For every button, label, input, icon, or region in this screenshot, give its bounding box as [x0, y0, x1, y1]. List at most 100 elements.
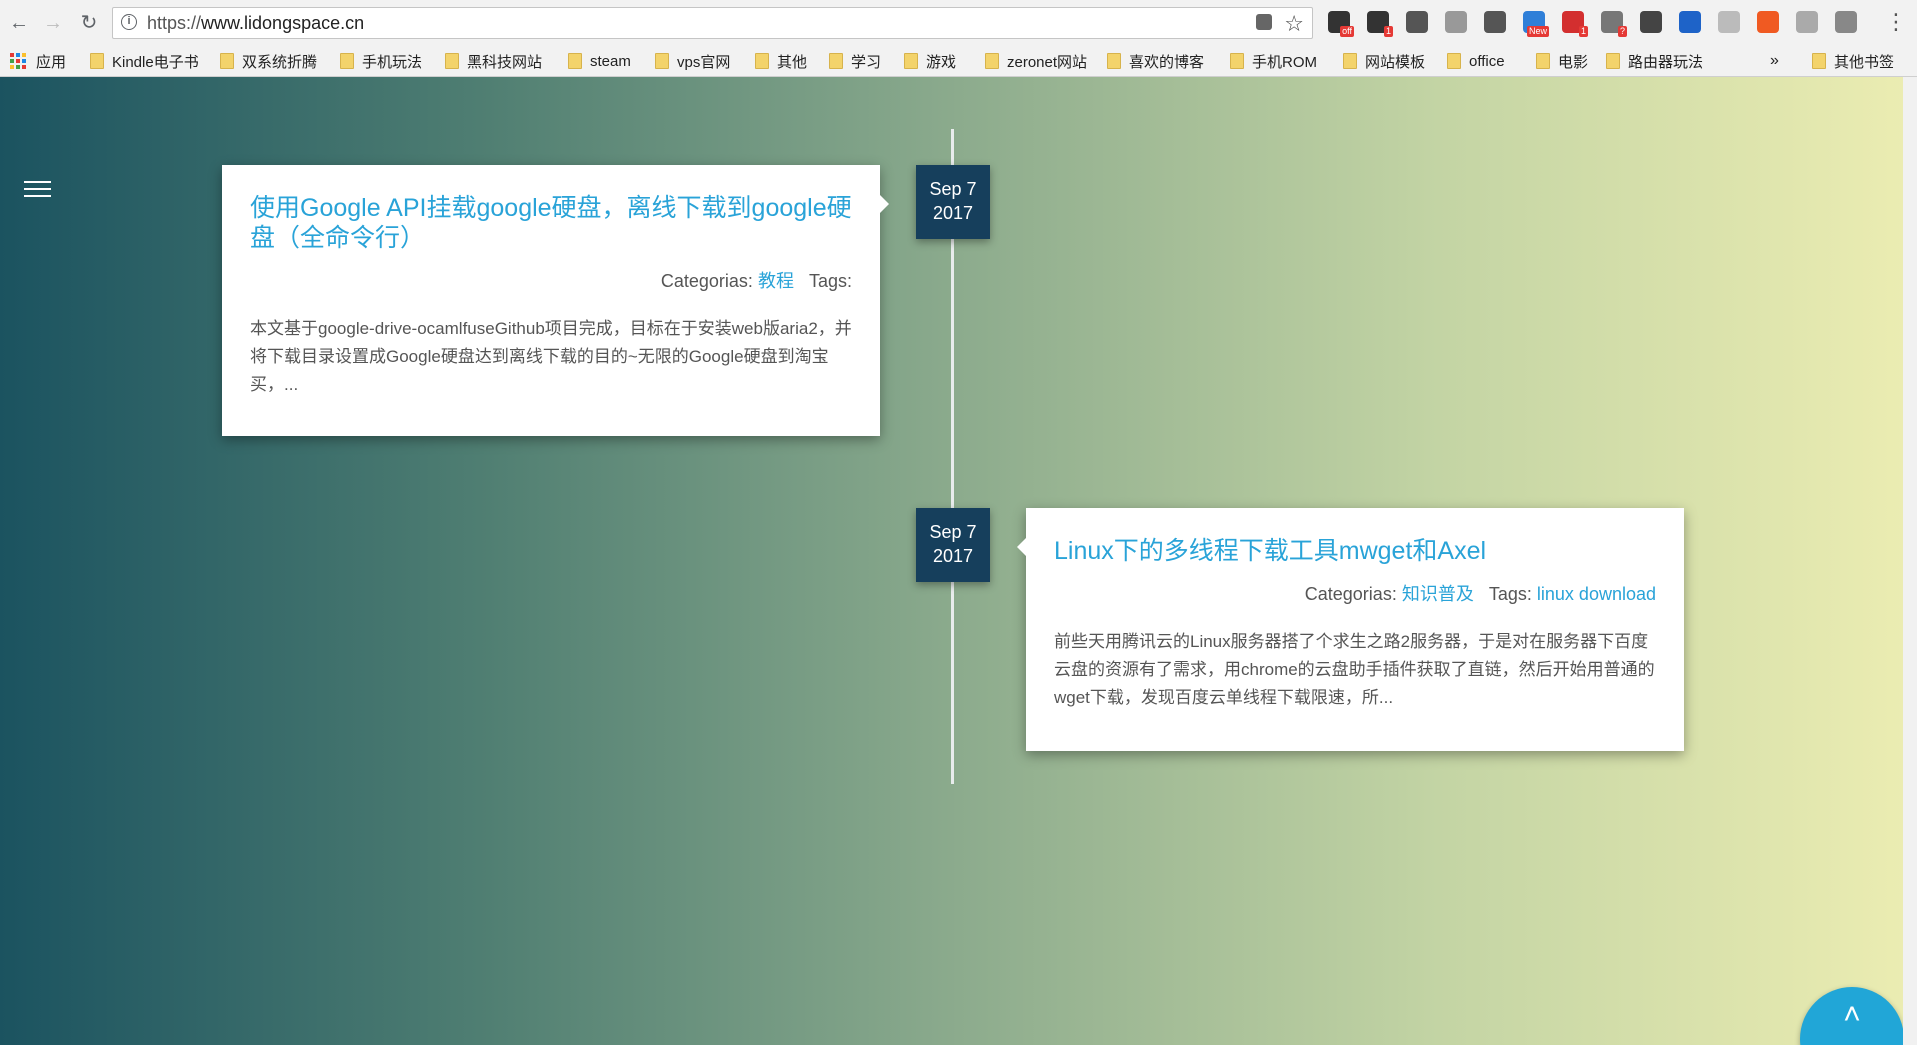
ext-drive-icon[interactable]	[1718, 11, 1740, 33]
bookmark-folder[interactable]: zeronet网站	[985, 50, 1087, 72]
category-link[interactable]: 知识普及	[1402, 584, 1474, 604]
folder-icon	[220, 53, 234, 69]
folder-icon	[755, 53, 769, 69]
back-icon[interactable]: ←	[6, 10, 32, 36]
chevron-up-icon: ˄	[1843, 998, 1861, 1031]
post-card: Linux下的多线程下载工具mwget和Axel Categorias: 知识普…	[1017, 508, 1684, 751]
folder-icon	[1447, 53, 1461, 69]
ext-gmail-icon[interactable]: ?	[1601, 11, 1627, 37]
categories-label: Categorias:	[660, 271, 753, 291]
bookmark-folder-label: 电影	[1558, 53, 1589, 71]
post-title-link[interactable]: 使用Google API挂载google硬盘，离线下载到google硬盘（全命令…	[250, 193, 852, 253]
ext-shield-icon[interactable]	[1679, 11, 1701, 33]
folder-icon	[904, 53, 918, 69]
browser-chrome: ← → ↻ i https://www.lidongspace.cn ☆ off…	[0, 0, 1917, 77]
extension-badge: 1	[1578, 26, 1588, 37]
extension-badge: 1	[1383, 26, 1393, 37]
site-info-icon[interactable]: i	[121, 14, 137, 30]
extension-badge: off	[1340, 26, 1354, 37]
card-pointer	[1017, 538, 1026, 556]
bookmark-star-icon[interactable]: ☆	[1284, 11, 1304, 37]
extension-badge: ?	[1617, 26, 1627, 37]
post-title-link[interactable]: Linux下的多线程下载工具mwget和Axel	[1054, 536, 1656, 566]
folder-icon	[340, 53, 354, 69]
bookmark-folder-label: vps官网	[677, 53, 731, 71]
extension-badge: New	[1526, 26, 1549, 37]
bookmark-folder-label: 喜欢的博客	[1129, 53, 1205, 71]
reload-icon[interactable]: ↻	[76, 10, 102, 36]
ext-wp-icon[interactable]	[1835, 11, 1857, 33]
bookmark-folder-label: 黑科技网站	[467, 53, 543, 71]
bookmark-folder[interactable]: 黑科技网站	[445, 50, 542, 72]
category-link[interactable]: 教程	[758, 271, 794, 291]
tags-link[interactable]: linux download	[1537, 584, 1656, 604]
bookmark-other[interactable]: 其他书签	[1812, 50, 1894, 72]
folder-icon	[1536, 53, 1550, 69]
bookmark-folder-label: 其他	[777, 53, 808, 71]
post-date-badge: Sep 7 2017	[916, 508, 990, 582]
hamburger-menu-icon[interactable]	[24, 181, 51, 198]
bookmark-other-label: 其他书签	[1834, 53, 1895, 71]
scrollbar[interactable]	[1903, 77, 1917, 1045]
address-bar[interactable]: i https://www.lidongspace.cn ☆	[112, 7, 1313, 39]
ext-abp-icon[interactable]: 1	[1562, 11, 1588, 37]
bookmark-folder-label: 游戏	[926, 53, 957, 71]
bookmark-folder[interactable]: 其他	[755, 50, 807, 72]
url-host: www.lidongspace.cn	[201, 13, 365, 33]
folder-icon	[90, 53, 104, 69]
folder-icon	[1343, 53, 1357, 69]
folder-icon	[1230, 53, 1244, 69]
bookmark-folder[interactable]: 手机玩法	[340, 50, 422, 72]
bookmark-apps-label: 应用	[36, 53, 67, 71]
folder-icon	[829, 53, 843, 69]
bookmark-folder-label: 双系统折腾	[242, 53, 318, 71]
bookmark-folder-label: zeronet网站	[1007, 53, 1088, 71]
bookmark-folder[interactable]: 电影	[1536, 50, 1588, 72]
date-year: 2017	[932, 203, 974, 223]
bookmark-folder-label: 路由器玩法	[1628, 53, 1704, 71]
forward-icon[interactable]: →	[40, 10, 66, 36]
bookmark-folder[interactable]: office	[1447, 50, 1505, 72]
apps-grid-icon	[10, 53, 26, 69]
ext-reader-icon[interactable]	[1796, 11, 1818, 33]
date-year: 2017	[932, 546, 974, 566]
categories-label: Categorias:	[1304, 584, 1397, 604]
bookmark-folder[interactable]: 双系统折腾	[220, 50, 317, 72]
bookmark-folder[interactable]: vps官网	[655, 50, 730, 72]
folder-icon	[1606, 53, 1620, 69]
bookmark-folder[interactable]: 手机ROM	[1230, 50, 1317, 72]
bookmark-folder-label: Kindle电子书	[112, 53, 199, 71]
ext-bulb-icon[interactable]	[1406, 11, 1428, 33]
bookmark-folder-label: 手机ROM	[1252, 53, 1317, 71]
bookmark-folder[interactable]: 游戏	[904, 50, 956, 72]
block-icon[interactable]	[1256, 14, 1272, 30]
ext-lamp-icon[interactable]	[1484, 11, 1506, 33]
ext-mail-icon[interactable]	[1445, 11, 1467, 33]
post-card: 使用Google API挂载google硬盘，离线下载到google硬盘（全命令…	[222, 165, 889, 436]
post-date-badge: Sep 7 2017	[916, 165, 990, 239]
url-text[interactable]: https://www.lidongspace.cn	[147, 13, 364, 34]
date-month: Sep 7	[929, 179, 977, 199]
bookmark-folder[interactable]: steam	[568, 50, 631, 72]
ext-x-icon[interactable]	[1757, 11, 1779, 33]
ext-evernote-icon[interactable]	[1640, 11, 1662, 33]
ext-new-icon[interactable]: New	[1523, 11, 1549, 37]
browser-toolbar: ← → ↻ i https://www.lidongspace.cn ☆ off…	[0, 0, 1917, 46]
bookmark-folder[interactable]: 喜欢的博客	[1107, 50, 1204, 72]
page-viewport: Sep 7 2017 使用Google API挂载google硬盘，离线下载到g…	[0, 77, 1917, 1045]
bookmark-folder[interactable]: 网站模板	[1343, 50, 1425, 72]
bookmark-folder-label: 学习	[851, 53, 882, 71]
ext-1-icon[interactable]: 1	[1367, 11, 1393, 37]
bookmark-folder[interactable]: Kindle电子书	[90, 50, 199, 72]
ext-off-icon[interactable]: off	[1328, 11, 1354, 37]
bookmark-folder[interactable]: 路由器玩法	[1606, 50, 1703, 72]
folder-icon	[1812, 53, 1826, 69]
bookmarks-overflow-button[interactable]: »	[1770, 50, 1779, 72]
browser-menu-icon[interactable]: ⋮	[1885, 9, 1907, 35]
bookmark-folder-label: 手机玩法	[362, 53, 423, 71]
bookmark-folder[interactable]: 学习	[829, 50, 881, 72]
bookmarks-bar: 应用 Kindle电子书 双系统折腾 手机玩法 黑科技网站 steam vps官网 其他 学习…	[0, 46, 1917, 76]
bookmark-folder-label: office	[1469, 52, 1505, 70]
bookmark-apps[interactable]: 应用	[10, 50, 66, 72]
scroll-to-top-button[interactable]: ˄	[1800, 987, 1904, 1045]
